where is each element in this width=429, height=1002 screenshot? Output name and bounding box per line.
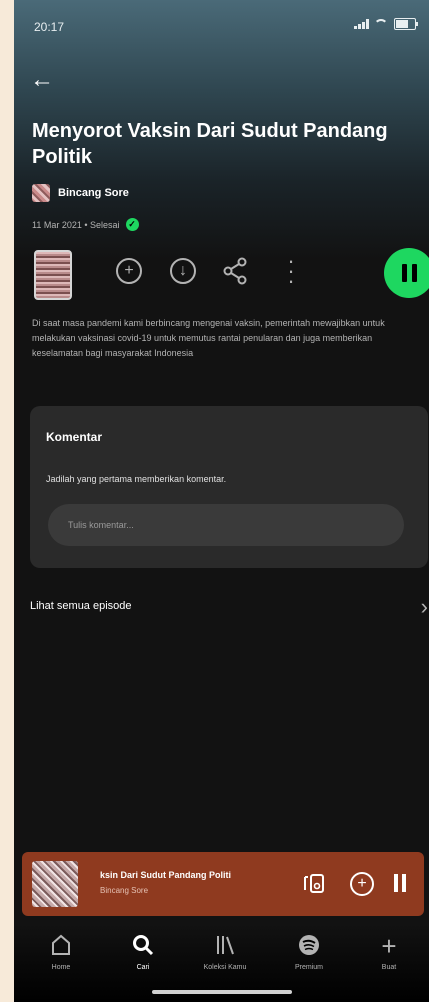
- wifi-icon: [374, 18, 388, 30]
- status-time: 20:17: [34, 20, 65, 34]
- nav-home-label: Home: [51, 964, 71, 971]
- nav-home[interactable]: Home: [26, 934, 96, 971]
- battery-icon: [394, 18, 418, 30]
- status-icons: [354, 18, 418, 30]
- action-row: + ↓ · · ·: [32, 246, 429, 302]
- episode-meta: 11 Mar 2021 • Selesai ✓: [32, 218, 139, 231]
- chevron-right-icon: ›: [420, 594, 428, 619]
- connect-device-icon[interactable]: [302, 872, 328, 896]
- comments-subtitle: Jadilah yang pertama memberikan komentar…: [46, 474, 227, 484]
- episode-cover: [34, 250, 72, 300]
- episode-description: Di saat masa pandemi kami berbincang men…: [32, 318, 385, 358]
- add-to-library-icon[interactable]: +: [350, 872, 374, 896]
- back-arrow-icon[interactable]: ←: [30, 66, 62, 94]
- nav-library[interactable]: Koleksi Kamu: [190, 934, 260, 971]
- nav-create[interactable]: + Buat: [354, 931, 424, 971]
- share-icon[interactable]: [222, 256, 250, 286]
- mini-player-cover: [32, 861, 78, 907]
- show-name: Bincang Sore: [58, 187, 129, 199]
- app-screen: 20:17 ← Menyorot Vaksin Dari Sudut Panda…: [14, 0, 429, 1002]
- home-icon: [26, 934, 96, 958]
- nav-search[interactable]: Cari: [108, 934, 178, 971]
- spotify-icon: [274, 934, 344, 958]
- mini-player-title: ksin Dari Sudut Pandang Politi: [100, 870, 232, 880]
- pause-button[interactable]: [384, 248, 429, 298]
- mini-pause-icon[interactable]: [394, 874, 406, 892]
- library-icon: [190, 934, 260, 958]
- episode-date-status: 11 Mar 2021 • Selesai: [32, 219, 120, 230]
- nav-create-label: Buat: [381, 964, 397, 971]
- mini-player[interactable]: ksin Dari Sudut Pandang Politi Bincang S…: [22, 852, 424, 916]
- comment-input[interactable]: [48, 504, 404, 546]
- more-options-icon[interactable]: · · ·: [286, 250, 296, 292]
- see-all-label: Lihat semua episode: [30, 600, 132, 612]
- check-icon: ✓: [125, 218, 139, 231]
- download-icon[interactable]: ↓: [170, 258, 196, 284]
- mini-player-subtitle: Bincang Sore: [100, 886, 149, 895]
- plus-icon: +: [381, 931, 397, 961]
- episode-title: Menyorot Vaksin Dari Sudut Pandang Polit…: [32, 120, 388, 168]
- show-thumbnail: [32, 184, 50, 202]
- see-all-episodes-link[interactable]: Lihat semua episode ›: [30, 596, 428, 620]
- search-icon: [108, 934, 178, 958]
- pause-icon: [401, 264, 417, 282]
- home-indicator: [152, 990, 292, 994]
- comments-card: Komentar Jadilah yang pertama memberikan…: [30, 406, 428, 568]
- nav-premium-label: Premium: [294, 964, 323, 971]
- nav-search-label: Cari: [136, 964, 150, 971]
- signal-icon: [354, 19, 369, 29]
- nav-premium[interactable]: Premium: [274, 934, 344, 971]
- nav-library-label: Koleksi Kamu: [203, 964, 247, 971]
- add-icon[interactable]: +: [116, 258, 142, 284]
- status-bar: 20:17: [14, 0, 429, 56]
- comments-title: Komentar: [46, 430, 103, 444]
- show-link[interactable]: Bincang Sore: [32, 184, 129, 202]
